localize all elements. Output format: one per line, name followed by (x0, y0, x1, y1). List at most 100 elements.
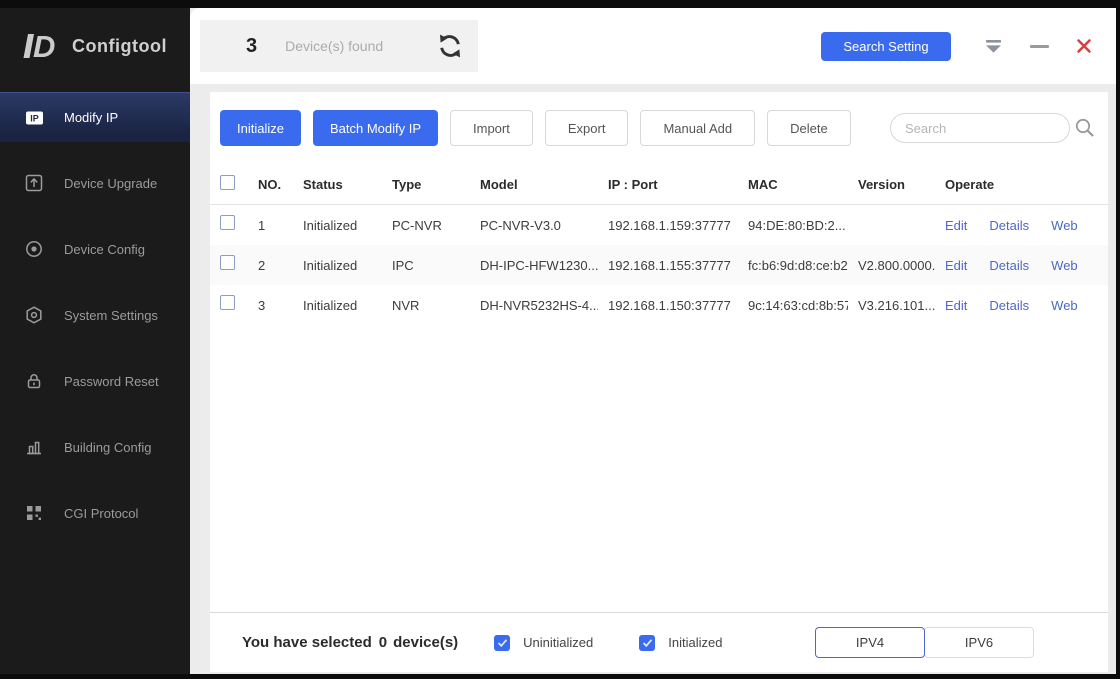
close-icon[interactable] (1076, 38, 1092, 54)
row-checkbox[interactable] (220, 255, 235, 270)
dahua-logo-icon: D (18, 26, 62, 66)
selection-suffix: device(s) (393, 634, 459, 651)
row-model: DH-NVR5232HS-4... (480, 297, 598, 313)
sidebar-nav: IP Modify IP Device Upgrade Device Confi… (0, 92, 190, 546)
row-version: V2.800.0000... (858, 257, 935, 273)
sidebar: D Configtool IP Modify IP Device Upgrade… (0, 8, 190, 674)
col-mac: MAC (748, 177, 778, 192)
row-checkbox[interactable] (220, 295, 235, 310)
sidebar-item-cgi-protocol[interactable]: CGI Protocol (0, 480, 190, 546)
filter-uninitialized: Uninitialized (494, 634, 594, 651)
details-link[interactable]: Details (989, 218, 1029, 233)
batch-modify-ip-button[interactable]: Batch Modify IP (312, 110, 439, 146)
details-link[interactable]: Details (989, 258, 1029, 273)
sidebar-item-label: System Settings (64, 307, 158, 323)
sidebar-item-modify-ip[interactable]: IP Modify IP (0, 92, 190, 142)
svg-text:IP: IP (30, 113, 39, 123)
sidebar-item-building-config[interactable]: Building Config (0, 414, 190, 480)
ip-badge-icon: IP (24, 110, 44, 126)
col-type: Type (392, 177, 422, 192)
panel-footer: You have selected 0 device(s) Uninitialize… (210, 612, 1108, 672)
import-button[interactable]: Import (450, 110, 533, 146)
table-row: 1 Initialized PC-NVR PC-NVR-V3.0 192.168… (210, 205, 1108, 245)
row-type: IPC (392, 257, 414, 273)
col-model: Model (480, 177, 518, 192)
row-checkbox[interactable] (220, 215, 235, 230)
export-button[interactable]: Export (544, 110, 629, 146)
row-type: PC-NVR (392, 217, 442, 233)
content-area: Initialize Batch Modify IP Import Export… (190, 84, 1116, 674)
selection-count: 0 (378, 634, 388, 651)
uninitialized-label: Uninitialized (523, 635, 594, 650)
row-no: 3 (258, 297, 266, 313)
app-title: Configtool (72, 35, 167, 56)
row-no: 2 (258, 257, 266, 273)
row-model: DH-IPC-HFW1230... (480, 257, 598, 273)
device-count: 3 (246, 34, 258, 57)
search-input[interactable] (890, 113, 1070, 143)
dropdown-triangle-icon[interactable] (985, 39, 1002, 53)
col-no: NO. (258, 177, 282, 192)
uninitialized-checkbox[interactable] (494, 634, 511, 651)
manual-add-button[interactable]: Manual Add (640, 110, 756, 146)
sidebar-item-system-settings[interactable]: System Settings (0, 282, 190, 348)
delete-button[interactable]: Delete (767, 110, 851, 146)
table-empty-space (210, 325, 1108, 612)
row-ip-port: 192.168.1.155:37777 (608, 257, 731, 273)
row-status: Initialized (303, 297, 358, 313)
ip-version-toggle: IPV4 IPV6 (815, 627, 1034, 658)
device-count-label: Device(s) found (285, 38, 384, 54)
table-row: 2 Initialized IPC DH-IPC-HFW1230... 192.… (210, 245, 1108, 285)
target-circle-icon (24, 240, 44, 258)
filter-initialized: Initialized (639, 634, 723, 651)
device-count-box: 3 Device(s) found (200, 20, 478, 72)
gear-hex-icon (24, 306, 44, 324)
col-version: Version (858, 177, 905, 192)
selection-summary: You have selected 0 device(s) (242, 634, 458, 651)
app-window: D Configtool IP Modify IP Device Upgrade… (0, 0, 1120, 679)
sidebar-item-label: Building Config (64, 439, 152, 455)
edit-link[interactable]: Edit (945, 218, 967, 233)
col-status: Status (303, 177, 343, 192)
sidebar-item-device-config[interactable]: Device Config (0, 216, 190, 282)
refresh-icon[interactable] (436, 33, 464, 59)
minimize-icon[interactable] (1030, 44, 1049, 48)
row-status: Initialized (303, 217, 358, 233)
row-ip-port: 192.168.1.150:37777 (608, 297, 731, 313)
sidebar-item-device-upgrade[interactable]: Device Upgrade (0, 150, 190, 216)
titlebar-controls: Search Setting (821, 31, 1116, 61)
initialized-label: Initialized (668, 635, 723, 650)
ipv4-button[interactable]: IPV4 (815, 627, 925, 658)
sidebar-item-label: Modify IP (64, 110, 119, 125)
search-icon[interactable] (1074, 117, 1096, 139)
lock-icon (24, 372, 44, 390)
sidebar-item-password-reset[interactable]: Password Reset (0, 348, 190, 414)
web-link[interactable]: Web (1051, 258, 1078, 273)
sidebar-item-label: Device Upgrade (64, 175, 158, 191)
web-link[interactable]: Web (1051, 298, 1078, 313)
col-operate: Operate (945, 177, 995, 192)
web-link[interactable]: Web (1051, 218, 1078, 233)
selection-prefix: You have selected (242, 634, 372, 651)
brand-header: D Configtool (0, 8, 190, 84)
search-setting-button[interactable]: Search Setting (821, 31, 951, 61)
upload-square-icon (24, 174, 44, 192)
row-mac: 9c:14:63:cd:8b:57 (748, 297, 848, 313)
grid-icon (24, 504, 44, 522)
col-ip-port: IP : Port (608, 177, 658, 192)
row-mac: fc:b6:9d:d8:ce:b2 (748, 257, 848, 273)
initialized-checkbox[interactable] (639, 634, 656, 651)
titlebar: 3 Device(s) found Search Setting (190, 8, 1116, 84)
row-model: PC-NVR-V3.0 (480, 217, 561, 233)
row-status: Initialized (303, 257, 358, 273)
main-area: 3 Device(s) found Search Setting Initial… (190, 8, 1116, 674)
sidebar-item-label: Password Reset (64, 373, 159, 389)
details-link[interactable]: Details (989, 298, 1029, 313)
edit-link[interactable]: Edit (945, 258, 967, 273)
edit-link[interactable]: Edit (945, 298, 967, 313)
ipv6-button[interactable]: IPV6 (924, 627, 1034, 658)
initialize-button[interactable]: Initialize (220, 110, 301, 146)
select-all-checkbox[interactable] (220, 174, 235, 190)
search-area (890, 113, 1096, 143)
row-version: V3.216.101... (858, 297, 935, 313)
